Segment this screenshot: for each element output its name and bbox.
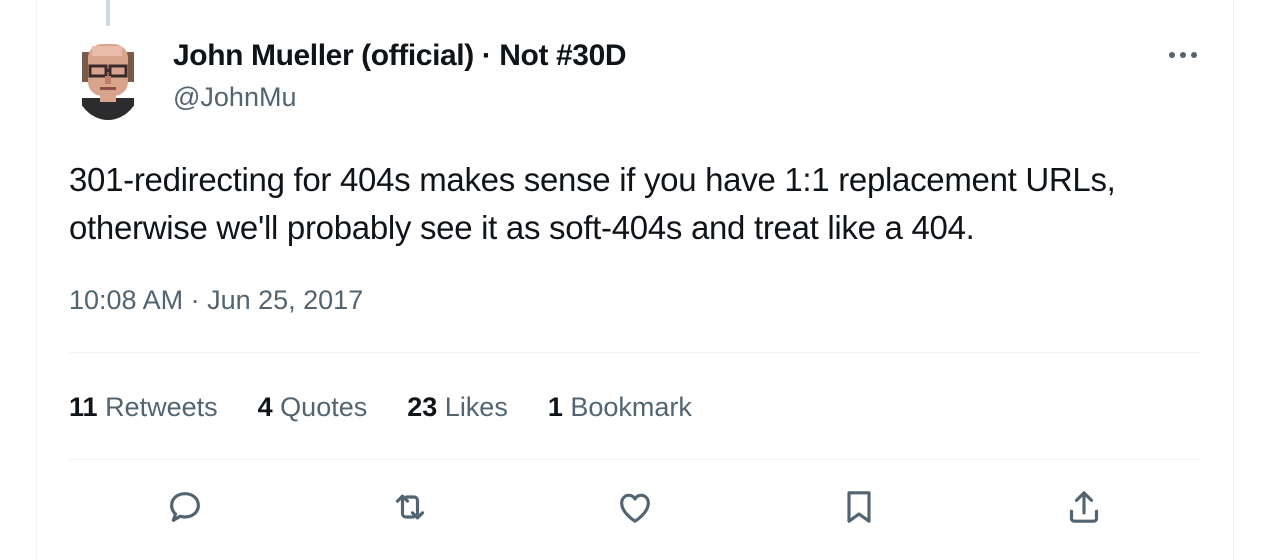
like-icon <box>620 493 650 523</box>
share-button[interactable] <box>1059 482 1109 532</box>
stat-count: 23 <box>407 392 438 422</box>
stat-retweets[interactable]: 11 Retweets <box>69 390 218 424</box>
tweet-text-line: otherwise we'll probably see it as soft-… <box>69 209 975 246</box>
divider <box>69 352 1200 353</box>
stat-count: 11 <box>69 392 98 422</box>
tweet-timestamp[interactable]: 10:08 AM · Jun 25, 2017 <box>69 283 363 317</box>
stat-label: Retweets <box>105 392 218 422</box>
share-icon <box>1069 491 1099 523</box>
author-handle[interactable]: @JohnMu <box>173 80 296 114</box>
stat-count: 4 <box>257 392 273 422</box>
bookmark-button[interactable] <box>834 482 884 532</box>
thread-connector-line <box>106 0 110 26</box>
retweet-icon <box>395 494 425 520</box>
author-avatar[interactable] <box>74 38 142 120</box>
stat-label: Bookmark <box>570 392 692 422</box>
stat-likes[interactable]: 23 Likes <box>407 390 508 424</box>
reply-icon <box>170 492 200 522</box>
stat-quotes[interactable]: 4 Quotes <box>258 390 368 424</box>
divider <box>69 459 1200 460</box>
stat-bookmarks[interactable]: 1 Bookmark <box>548 390 692 424</box>
more-options-button[interactable] <box>1163 40 1203 70</box>
bookmark-icon <box>847 491 871 523</box>
tweet-text: 301-redirecting for 404s makes sense if … <box>69 156 1219 252</box>
like-button[interactable] <box>610 482 660 532</box>
reply-button[interactable] <box>160 482 210 532</box>
tweet-text-line: 301-redirecting for 404s makes sense if … <box>69 161 1116 198</box>
pixel-avatar-icon <box>74 38 142 120</box>
tweet-actions <box>160 482 1120 532</box>
stat-count: 1 <box>547 392 563 422</box>
retweet-button[interactable] <box>385 482 435 532</box>
tweet-stats: 11 Retweets 4 Quotes 23 Likes 1 Bookmark <box>69 390 692 424</box>
author-name[interactable]: John Mueller (official) · Not #30D <box>173 38 627 74</box>
more-options-icon <box>1169 52 1197 58</box>
stat-label: Likes <box>444 392 508 422</box>
stat-label: Quotes <box>280 392 368 422</box>
